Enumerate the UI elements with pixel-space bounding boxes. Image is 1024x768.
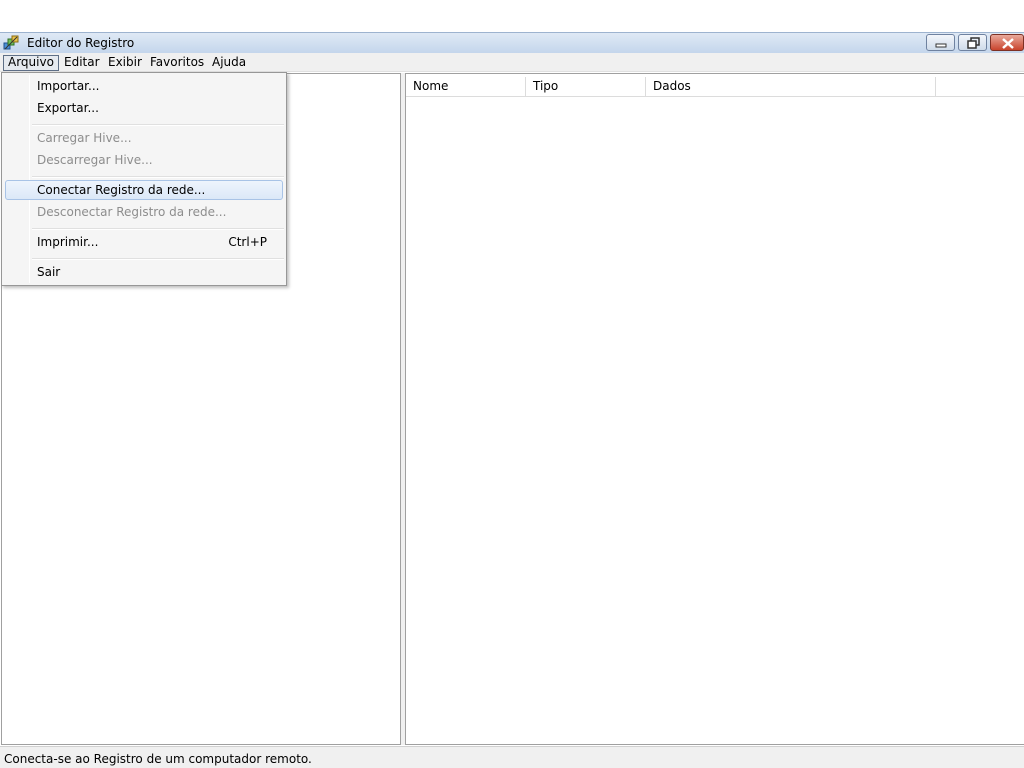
menu-favoritos[interactable]: Favoritos (146, 55, 208, 71)
column-header-filler (936, 77, 1024, 97)
menu-item-label: Sair (37, 265, 61, 279)
column-header-tipo[interactable]: Tipo (526, 77, 646, 97)
menu-ajuda[interactable]: Ajuda (208, 55, 250, 71)
restore-button[interactable] (958, 34, 987, 51)
menu-item-conectar-registro[interactable]: Conectar Registro da rede... (5, 180, 283, 200)
menu-separator (32, 258, 284, 260)
menu-bar: Arquivo Editar Exibir Favoritos Ajuda (0, 53, 1024, 72)
registry-editor-icon (3, 35, 20, 51)
restore-icon (967, 37, 980, 49)
menu-separator (32, 176, 284, 178)
menu-item-label: Descarregar Hive... (37, 153, 153, 167)
menu-item-shortcut: Ctrl+P (228, 235, 267, 249)
menu-item-importar[interactable]: Importar... (5, 77, 283, 97)
status-text: Conecta-se ao Registro de um computador … (4, 752, 312, 766)
menu-separator (32, 124, 284, 126)
menu-item-desconectar-registro: Desconectar Registro da rede... (5, 203, 283, 223)
menu-exibir[interactable]: Exibir (104, 55, 146, 71)
desktop-strip (0, 0, 1024, 32)
title-bar[interactable]: Editor do Registro (0, 32, 1024, 53)
menu-arquivo[interactable]: Arquivo (3, 55, 59, 71)
menu-item-label: Desconectar Registro da rede... (37, 205, 227, 219)
minimize-icon (935, 43, 947, 48)
menu-item-label: Exportar... (37, 101, 99, 115)
status-bar: Conecta-se ao Registro de um computador … (0, 746, 1024, 768)
menu-item-label: Conectar Registro da rede... (37, 183, 206, 197)
close-icon (1002, 38, 1014, 49)
menu-item-carregar-hive: Carregar Hive... (5, 129, 283, 149)
menu-item-label: Imprimir... (37, 235, 99, 249)
menu-item-imprimir[interactable]: Imprimir... Ctrl+P (5, 233, 283, 253)
menu-item-sair[interactable]: Sair (5, 263, 283, 283)
menu-item-label: Carregar Hive... (37, 131, 132, 145)
menu-item-exportar[interactable]: Exportar... (5, 99, 283, 119)
column-header-nome[interactable]: Nome (406, 77, 526, 97)
menu-editar[interactable]: Editar (60, 55, 104, 71)
menu-separator (32, 228, 284, 230)
values-list-pane[interactable]: Nome Tipo Dados (405, 73, 1024, 745)
menu-item-descarregar-hive: Descarregar Hive... (5, 151, 283, 171)
menu-item-label: Importar... (37, 79, 100, 93)
minimize-button[interactable] (926, 34, 955, 51)
column-header-dados[interactable]: Dados (646, 77, 936, 97)
close-button[interactable] (990, 34, 1024, 51)
file-menu-dropdown: Importar... Exportar... Carregar Hive...… (1, 72, 287, 286)
window-title: Editor do Registro (27, 36, 135, 50)
